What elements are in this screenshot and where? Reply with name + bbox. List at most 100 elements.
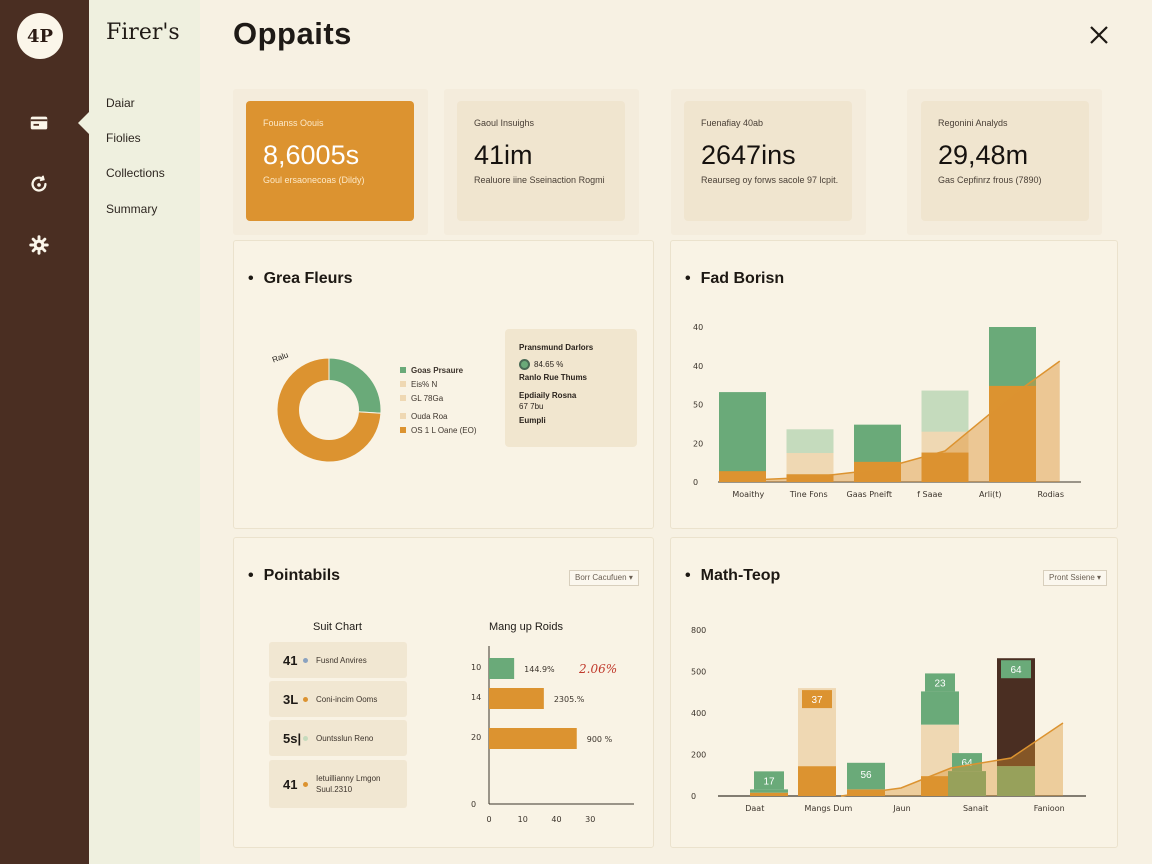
info-pct-row: 84.65 % (519, 355, 623, 373)
y-tick-label: 14 (471, 693, 481, 702)
hbar-value-label: 144.9% (524, 665, 555, 674)
bar (719, 392, 766, 482)
x-tick-label: Fanioon (1034, 804, 1065, 813)
bar-chart: 0 20 50 40 40 Moaithy Tine Fons Gaas Pneift f Sa… (693, 323, 1081, 499)
x-tick-label: Tine Fons (789, 490, 828, 499)
sidebar-item-fiolies[interactable]: Fiolies (106, 131, 141, 145)
x-tick-label: Gaas Pneift (847, 490, 892, 499)
panel-title: Grea Fleurs (248, 270, 353, 288)
info-line: Ranlo Rue Thums (519, 373, 588, 382)
score-row[interactable]: 41 Ietuillianny Lmgon Suul.2310 (269, 760, 407, 808)
legend-swatch (400, 427, 406, 433)
legend-label: GL 78Ga (411, 393, 444, 403)
info-pct: 84.65 % (534, 359, 564, 369)
y-tick-label: 50 (693, 401, 703, 410)
legend-label: Eis% N (411, 379, 438, 389)
score-row[interactable]: 3L Coni-incim Ooms (269, 681, 407, 717)
kpi-value: 2647ins (701, 140, 796, 170)
stack-segment (798, 766, 836, 796)
x-tick-label: 10 (518, 815, 528, 823)
pointabils-panel: Pointabils Borr Cacufuen ▾ Suit Chart 41… (233, 537, 654, 848)
kpi-card-active[interactable]: Fouanss Oouis 8,6005s Goul ersaonecoas (… (246, 101, 414, 221)
filter-dropdown[interactable]: Borr Cacufuen ▾ (569, 570, 639, 586)
x-tick-label: Sanait (963, 804, 988, 813)
legend-item: Ouda Roa (400, 409, 477, 423)
x-tick-label: Arli(t) (979, 490, 1002, 499)
legend-swatch (400, 367, 406, 373)
donut-chart (276, 357, 382, 463)
hbar (489, 728, 577, 749)
y-tick-label: 200 (691, 751, 706, 760)
filter-dropdown[interactable]: Pront Ssiene ▾ (1043, 570, 1108, 586)
x-tick-label: Daat (745, 804, 764, 813)
kpi-card[interactable]: Gaoul Insuighs 41im Realuore iine Sseina… (457, 101, 625, 221)
y-tick-label: 20 (693, 439, 703, 448)
sidebar-item-daiar[interactable]: Daiar (106, 96, 135, 110)
score-label: Coni-incim Ooms (316, 694, 378, 704)
legend-item: Eis% N (400, 377, 477, 391)
sidebar: Firer's Daiar Fiolies Collections Summar… (89, 0, 200, 864)
dropdown-label: Borr Cacufuen (575, 573, 627, 582)
y-tick-label: 500 (691, 668, 706, 677)
score-label: Ountsslun Reno (316, 733, 374, 743)
legend-label: OS 1 L Oane (EO) (411, 425, 477, 435)
x-tick-label: f Saae (917, 490, 942, 499)
gear-icon[interactable] (27, 233, 51, 257)
kpi-label: Fuenafiay 40ab (701, 118, 764, 128)
kpi-card-wrap: Gaoul Insuighs 41im Realuore iine Sseina… (444, 89, 639, 235)
kpi-value: 8,6005s (263, 140, 360, 170)
brand-title: Firer's (106, 20, 180, 45)
page-title: Oppaits (233, 16, 352, 51)
sidebar-item-collections[interactable]: Collections (106, 166, 165, 180)
y-tick-label: 40 (693, 323, 703, 332)
y-tick-label: 40 (693, 362, 703, 371)
x-tick-label: 0 (486, 815, 491, 823)
hbar (489, 688, 544, 709)
close-icon[interactable] (1086, 22, 1112, 48)
y-tick-label: 400 (691, 709, 706, 718)
panel-title: Pointabils (248, 567, 340, 585)
hbar-value-label: 2305.% (554, 695, 585, 704)
x-tick-label: Mangs Dum (805, 804, 853, 813)
score-number: 5s| (283, 730, 302, 746)
refresh-icon[interactable] (27, 172, 51, 196)
kpi-value: 29,48m (938, 140, 1029, 170)
stacked-panel: Math-Teop Pront Ssiene ▾ 0 200 400 500 800 Da… (670, 537, 1118, 848)
y-tick-label: 0 (691, 792, 696, 801)
legend-swatch (400, 395, 406, 401)
stack-segment (750, 792, 788, 796)
info-heading: Pransmund Darlors (519, 343, 594, 352)
y-tick-label: 0 (693, 478, 698, 487)
app-logo[interactable]: 4P (17, 13, 63, 59)
kpi-label: Fouanss Oouis (263, 118, 324, 128)
hbar-chart: 10 144.9% 14 2305.% 20 900 % 2.06% 0 10 40 30 0 (471, 646, 634, 823)
kpi-card-wrap: Regonini Analyds 29,48m Gas Cepfinrz fro… (907, 89, 1102, 235)
kpi-card[interactable]: Regonini Analyds 29,48m Gas Cepfinrz fro… (921, 101, 1089, 221)
legend-swatch (400, 381, 406, 387)
dot-icon (303, 657, 308, 663)
score-list-title: Suit Chart (313, 621, 362, 633)
stacked-bar-chart: 0 200 400 500 800 Daat Mangs Dum Jaun Sanait Fani… (691, 626, 1086, 813)
kpi-card[interactable]: Fuenafiay 40ab 2647ins Reaurseg oy forws… (684, 101, 852, 221)
x-tick-label: Moaithy (732, 490, 764, 499)
x-tick-label: Jaun (892, 804, 910, 813)
info-line: Epdiaily Rosna (519, 391, 577, 400)
score-number: 3L (283, 691, 299, 707)
stack-segment (750, 789, 788, 793)
score-number: 41 (283, 776, 298, 792)
info-line: Eumpli (519, 416, 546, 425)
y-tick-label: 20 (471, 733, 481, 742)
hbar-title: Mang up Roids (489, 621, 563, 633)
score-row[interactable]: 5s| Ountsslun Reno (269, 720, 407, 756)
dot-icon (303, 781, 308, 787)
score-row[interactable]: 41 Fusnd Anvires (269, 642, 407, 678)
bar-value-label: 17 (763, 776, 775, 787)
x-tick-label: 30 (585, 815, 595, 823)
bar-value-label: 64 (1010, 665, 1022, 676)
kpi-card-wrap: Fouanss Oouis 8,6005s Goul ersaonecoas (… (233, 89, 428, 235)
legend-swatch (400, 413, 406, 419)
panel-title: Math-Teop (685, 567, 781, 585)
bar-value-label: 23 (934, 678, 946, 689)
card-icon[interactable] (27, 111, 51, 135)
sidebar-item-summary[interactable]: Summary (106, 202, 157, 216)
